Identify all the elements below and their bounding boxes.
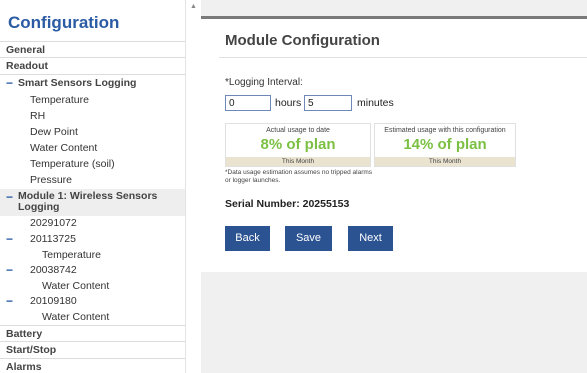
actual-usage-card: Actual usage to date 8% of plan This Mon… [225, 123, 371, 167]
usage-value: 14% of plan [403, 136, 487, 153]
back-button[interactable]: Back [225, 226, 270, 251]
sidebar-item-sensor-20291072[interactable]: 20291072 [0, 216, 185, 231]
sidebar-item-battery[interactable]: Battery [0, 325, 185, 342]
sidebar-title: Configuration [8, 13, 120, 32]
title-divider [219, 57, 587, 58]
sidebar-group-label: Module 1: Wireless Sensors Logging [18, 190, 158, 213]
sidebar-group-label: Smart Sensors Logging [18, 77, 137, 89]
sensor-label: 20109180 [30, 295, 77, 307]
sidebar-item-dew-point[interactable]: Dew Point [0, 125, 185, 140]
collapse-minus-icon[interactable]: − [6, 294, 13, 309]
usage-value: 8% of plan [260, 136, 336, 153]
next-button[interactable]: Next [348, 226, 393, 251]
sidebar: Configuration General Readout − Smart Se… [0, 0, 186, 373]
sidebar-item-sensor-20038742[interactable]: − 20038742 [0, 263, 185, 278]
sidebar-item-rh[interactable]: RH [0, 109, 185, 124]
sidebar-item-sensor-temperature[interactable]: Temperature [0, 248, 185, 263]
sidebar-item-sensor-20113725[interactable]: − 20113725 [0, 232, 185, 247]
sidebar-item-alarms[interactable]: Alarms [0, 359, 185, 373]
hours-input[interactable] [225, 95, 271, 111]
usage-period: This Month [375, 157, 515, 166]
module-config-panel: Module Configuration *Logging Interval: … [201, 16, 587, 272]
save-button[interactable]: Save [285, 226, 332, 251]
sensor-label: 20113725 [30, 233, 76, 245]
sidebar-group-smart-sensors[interactable]: − Smart Sensors Logging [0, 76, 185, 91]
minutes-input[interactable] [304, 95, 352, 111]
hours-unit-label: hours [275, 97, 302, 109]
page-title: Module Configuration [225, 32, 380, 49]
usage-footnote: *Data usage estimation assumes no trippe… [225, 169, 373, 184]
sidebar-item-sensor-20109180[interactable]: − 20109180 [0, 294, 185, 309]
serial-number: Serial Number: 20255153 [225, 198, 350, 210]
usage-period: This Month [226, 157, 370, 166]
collapse-minus-icon[interactable]: − [6, 263, 13, 278]
scroll-up-arrow-icon[interactable]: ▲ [190, 3, 197, 10]
sidebar-item-sensor-water-content-2[interactable]: Water Content [0, 310, 185, 325]
minutes-unit-label: minutes [357, 97, 394, 109]
sidebar-item-sensor-water-content[interactable]: Water Content [0, 279, 185, 294]
app-root: Configuration General Readout − Smart Se… [0, 0, 587, 373]
estimated-usage-card: Estimated usage with this configuration … [374, 123, 516, 167]
sensor-label: 20038742 [30, 264, 77, 276]
sidebar-item-water-content[interactable]: Water Content [0, 141, 185, 156]
collapse-minus-icon[interactable]: − [6, 76, 13, 91]
usage-caption: Actual usage to date [266, 127, 330, 134]
sidebar-item-temperature-soil[interactable]: Temperature (soil) [0, 157, 185, 172]
usage-caption: Estimated usage with this configuration [384, 127, 506, 134]
sidebar-item-general[interactable]: General [0, 41, 185, 58]
sidebar-group-module-1[interactable]: − Module 1: Wireless Sensors Logging [0, 189, 185, 216]
sidebar-item-readout[interactable]: Readout [0, 58, 185, 75]
sidebar-item-temperature[interactable]: Temperature [0, 93, 185, 108]
sidebar-item-pressure[interactable]: Pressure [0, 173, 185, 188]
sidebar-item-start-stop[interactable]: Start/Stop [0, 342, 185, 359]
collapse-minus-icon[interactable]: − [6, 232, 13, 247]
collapse-minus-icon[interactable]: − [6, 191, 13, 203]
logging-interval-label: *Logging Interval: [225, 77, 303, 88]
